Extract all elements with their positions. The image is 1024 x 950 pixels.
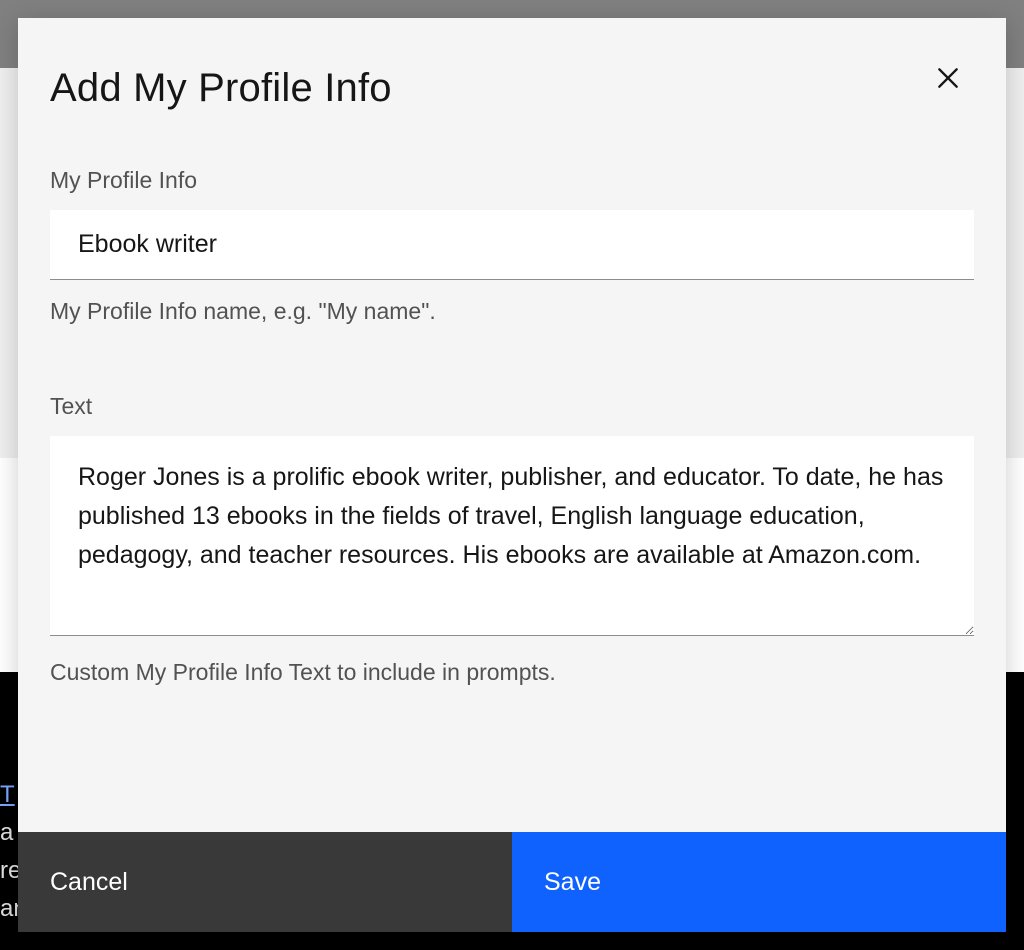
bg-footer-link[interactable]: T xyxy=(0,781,15,808)
close-icon xyxy=(935,65,961,96)
profile-text-textarea[interactable] xyxy=(50,436,974,636)
profile-name-help: My Profile Info name, e.g. "My name". xyxy=(50,298,974,325)
profile-name-field-group: My Profile Info My Profile Info name, e.… xyxy=(50,167,974,325)
profile-text-label: Text xyxy=(50,393,974,420)
modal-body: Add My Profile Info My Profile Info My P… xyxy=(18,18,1006,832)
profile-name-input[interactable] xyxy=(50,210,974,280)
save-button[interactable]: Save xyxy=(512,832,1006,932)
profile-text-field-group: Text Custom My Profile Info Text to incl… xyxy=(50,393,974,686)
profile-text-help: Custom My Profile Info Text to include i… xyxy=(50,659,974,686)
profile-name-label: My Profile Info xyxy=(50,167,974,194)
modal-footer: Cancel Save xyxy=(18,832,1006,932)
add-profile-info-modal: Add My Profile Info My Profile Info My P… xyxy=(18,18,1006,932)
modal-title: Add My Profile Info xyxy=(50,66,974,111)
cancel-button[interactable]: Cancel xyxy=(18,832,512,932)
close-button[interactable] xyxy=(926,58,970,102)
